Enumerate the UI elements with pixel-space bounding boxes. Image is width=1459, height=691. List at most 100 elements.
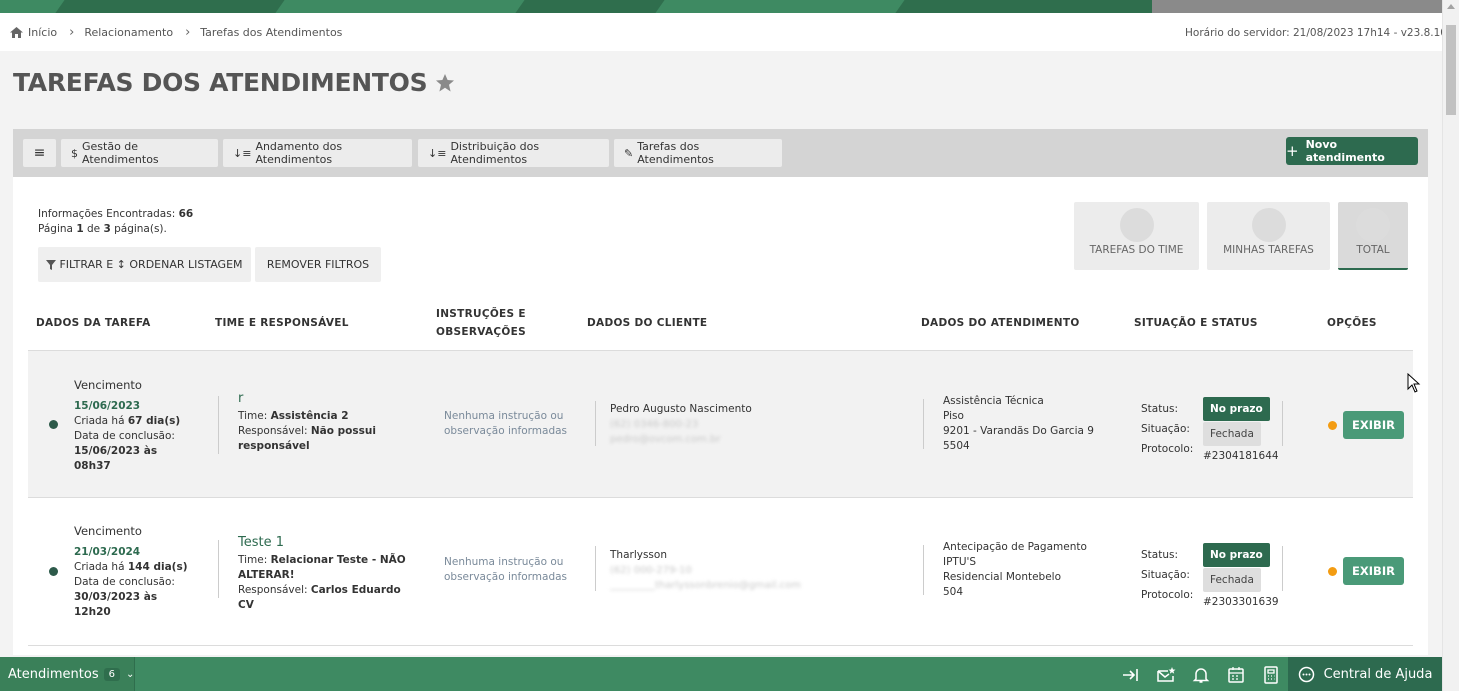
scroll-thumb[interactable] (1446, 25, 1456, 115)
breadcrumb-home[interactable]: Início (28, 26, 57, 39)
mail-star-icon[interactable] (1156, 665, 1176, 685)
done-value: 15/06/2023 às (74, 445, 158, 457)
divider (595, 401, 596, 446)
button-label: Andamento dos Atendimentos (255, 140, 343, 166)
done-label: Data de conclusão: (74, 430, 175, 442)
page-prefix: Página (38, 223, 73, 235)
vertical-scrollbar[interactable] (1442, 0, 1459, 691)
due-date: 21/03/2024 (74, 546, 141, 558)
divider (1282, 401, 1283, 446)
client-info: Tharlysson (62) 000-279-10 _________thar… (610, 548, 801, 593)
exibir-button[interactable]: EXIBIR (1343, 557, 1404, 585)
task-dates: 21/03/2024 Criada há 144 dia(s) Data de … (74, 545, 214, 620)
central-ajuda-button[interactable]: Central de Ajuda (1288, 657, 1442, 691)
divider (218, 396, 219, 454)
button-label: Gestão de Atendimentos (82, 140, 159, 166)
instructions-line2: observação informadas (444, 571, 568, 583)
team-label: Time: (238, 410, 268, 422)
distribuicao-atendimentos-button[interactable]: ↓≡ Distribuição dos Atendimentos (418, 139, 609, 167)
atendimentos-dropdown[interactable]: Atendimentos 6 ⌄ (0, 657, 135, 691)
card-minhas-tarefas[interactable]: MINHAS TAREFAS (1207, 202, 1330, 270)
status-badge: No prazo (1203, 397, 1270, 421)
novo-atendimento-button[interactable]: + Novo atendimento (1286, 137, 1418, 165)
filter-order-button[interactable]: FILTRAR E ↕ ORDENAR LISTAGEM (38, 247, 251, 282)
divider (218, 540, 219, 598)
footer-bar: Atendimentos 6 ⌄ Central de Ajuda (0, 657, 1442, 691)
calculator-icon[interactable] (1261, 665, 1281, 685)
status-label: Status: (1141, 403, 1178, 415)
card-tarefas-time[interactable]: TAREFAS DO TIME (1074, 202, 1199, 270)
toolbar: ≡ $ Gestão de Atendimentos ↓≡ Andamento … (13, 129, 1428, 177)
done-time: 12h20 (74, 606, 111, 618)
results-info: Informações Encontradas: 66 Página 1 de … (38, 207, 193, 237)
service-line1: Antecipação de Pagamento (943, 541, 1087, 553)
col-dados-atendimento: DADOS DO ATENDIMENTO (921, 317, 1080, 329)
team-title[interactable]: r (238, 391, 408, 406)
status-values: No prazo Fechada #2304181644 (1203, 397, 1279, 466)
instructions-line2: observação informadas (444, 425, 568, 437)
edit-icon: ✎ (624, 146, 634, 160)
breadcrumb-relacionamento[interactable]: Relacionamento (84, 26, 173, 39)
bell-icon[interactable] (1191, 665, 1211, 685)
server-time: Horário do servidor: 21/08/2023 17h14 - … (1185, 27, 1447, 39)
situacao-badge: Fechada (1203, 568, 1261, 592)
remove-filters-button[interactable]: REMOVER FILTROS (255, 247, 381, 282)
resp-value-cont: responsável (238, 440, 310, 452)
card-label: TOTAL (1356, 244, 1390, 256)
calendar-icon[interactable] (1226, 665, 1246, 685)
home-icon (10, 26, 23, 38)
protocolo-label: Protocolo: (1141, 443, 1194, 455)
star-favorite-icon[interactable] (435, 73, 455, 93)
created-value: 144 dia(s) (127, 561, 188, 573)
service-line4: 504 (943, 586, 964, 598)
divider (1282, 546, 1283, 591)
plus-icon: + (1286, 142, 1299, 160)
team-title[interactable]: Teste 1 (238, 535, 413, 550)
done-value: 30/03/2023 às (74, 591, 158, 603)
sort-icon: ↓≡ (233, 146, 252, 160)
resp-value: Não possui (310, 425, 376, 437)
task-dates: 15/06/2023 Criada há 67 dia(s) Data de c… (74, 399, 214, 474)
button-label: Novo atendimento (1305, 138, 1385, 164)
andamento-atendimentos-button[interactable]: ↓≡ Andamento dos Atendimentos (223, 139, 412, 167)
created-value: 67 dia(s) (127, 415, 181, 427)
scroll-up-icon[interactable] (1447, 4, 1455, 9)
team-value-cont: ALTERAR! (238, 569, 295, 581)
card-total[interactable]: TOTAL (1338, 202, 1408, 270)
col-dados-cliente: DADOS DO CLIENTE (587, 317, 708, 329)
found-label: Informações Encontradas: (38, 208, 176, 220)
service-line3: Residencial Montebelo (943, 571, 1062, 583)
status-labels: Status: Situação: Protocolo: (1141, 399, 1193, 459)
col-situacao-status: SITUAÇÃO E STATUS (1134, 317, 1258, 329)
created-label: Criada há (74, 415, 125, 427)
alert-dot (1328, 421, 1337, 430)
client-name: Pedro Augusto Nascimento (610, 403, 752, 415)
button-label: Tarefas dos Atendimentos (637, 140, 714, 166)
team-label: Time: (238, 554, 268, 566)
status-labels: Status: Situação: Protocolo: (1141, 545, 1193, 605)
collapse-icon[interactable] (1121, 665, 1141, 685)
divider (923, 545, 924, 595)
tarefas-atendimentos-button[interactable]: ✎ Tarefas dos Atendimentos (614, 139, 782, 167)
done-label: Data de conclusão: (74, 576, 175, 588)
page-mid: de (86, 223, 101, 235)
mouse-cursor-icon (1407, 373, 1421, 393)
due-label: Vencimento (74, 524, 142, 538)
card-icon (1356, 208, 1390, 242)
divider (595, 546, 596, 591)
client-info: Pedro Augusto Nascimento (62) 0346-800-2… (610, 402, 752, 447)
card-label: MINHAS TAREFAS (1223, 244, 1314, 256)
status-badge: No prazo (1203, 543, 1270, 567)
service-info: Antecipação de Pagamento IPTU'S Residenc… (943, 540, 1087, 600)
chevron-right-icon: › (69, 24, 75, 40)
top-header-bar (0, 0, 1442, 13)
exibir-button[interactable]: EXIBIR (1343, 411, 1404, 439)
menu-button[interactable]: ≡ (23, 139, 56, 167)
status-label: Status: (1141, 549, 1178, 561)
protocolo-value: Protocolo: (1141, 589, 1194, 601)
page-suffix: página(s). (114, 223, 167, 235)
resp-value: Carlos Eduardo (310, 584, 401, 596)
team-info: Teste 1 Time: Relacionar Teste - NÃO ALT… (238, 535, 413, 613)
gestao-atendimentos-button[interactable]: $ Gestão de Atendimentos (61, 139, 218, 167)
page-title: TAREFAS DOS ATENDIMENTOS (13, 68, 455, 97)
